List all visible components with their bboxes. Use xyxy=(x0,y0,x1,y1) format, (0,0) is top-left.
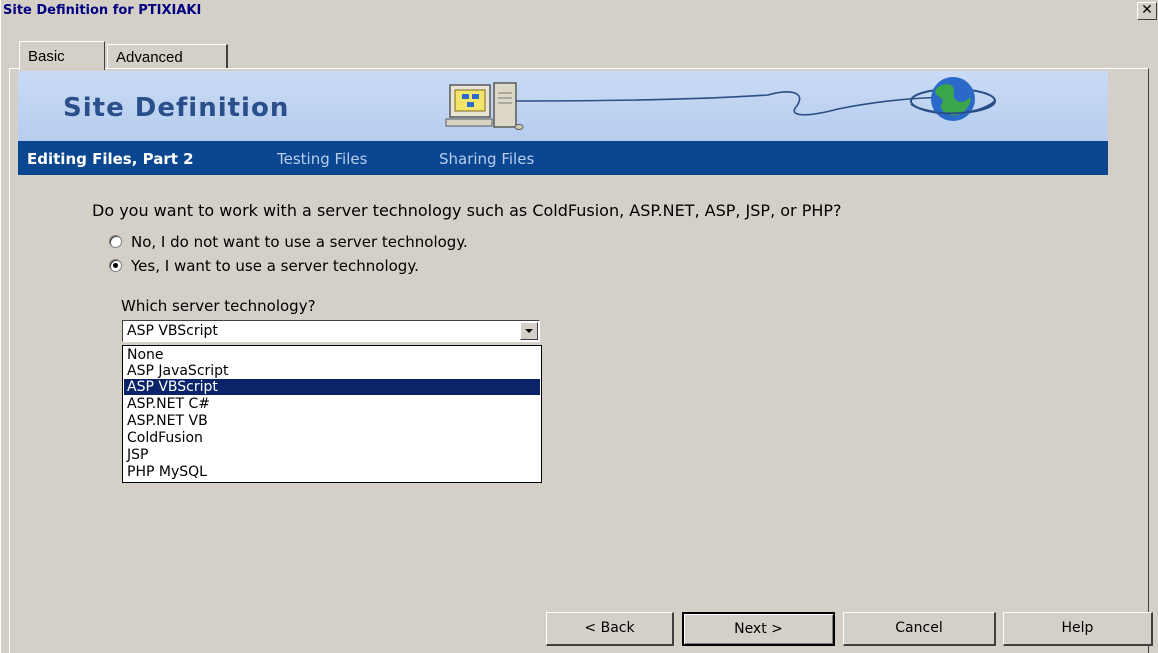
server-technology-label: Which server technology? xyxy=(121,297,316,315)
computer-icon xyxy=(445,82,524,130)
chevron-down-icon[interactable] xyxy=(520,322,538,340)
connection-wire xyxy=(515,91,959,116)
select-value: ASP VBScript xyxy=(127,323,218,339)
radio-no-server-technology[interactable]: No, I do not want to use a server techno… xyxy=(109,233,468,251)
radio-label: No, I do not want to use a server techno… xyxy=(131,233,468,251)
globe-icon xyxy=(910,77,996,121)
step-editing-files-part-2: Editing Files, Part 2 xyxy=(27,150,194,168)
option-aspnet-csharp[interactable]: ASP.NET C# xyxy=(124,396,540,412)
option-jsp[interactable]: JSP xyxy=(124,447,540,463)
radio-use-server-technology[interactable]: Yes, I want to use a server technology. xyxy=(109,257,419,275)
help-button[interactable]: Help xyxy=(1003,612,1153,646)
banner-graphic xyxy=(445,77,996,130)
radio-button[interactable] xyxy=(109,235,122,248)
step-testing-files: Testing Files xyxy=(277,150,368,168)
step-sharing-files: Sharing Files xyxy=(439,150,535,168)
option-php-mysql[interactable]: PHP MySQL xyxy=(124,464,540,480)
option-asp-javascript[interactable]: ASP JavaScript xyxy=(124,363,540,379)
server-technology-question: Do you want to work with a server techno… xyxy=(92,201,842,220)
title-bar: Site Definition for PTIXIAKI ✕ xyxy=(1,0,1158,24)
option-coldfusion[interactable]: ColdFusion xyxy=(124,430,540,446)
tab-panel: Site Definition Editing Files, Part 2 Te… xyxy=(9,68,1153,653)
server-technology-dropdown-list: None ASP JavaScript ASP VBScript ASP.NET… xyxy=(122,345,542,483)
wizard-banner: Site Definition xyxy=(18,71,1108,141)
option-none[interactable]: None xyxy=(124,347,540,363)
option-aspnet-vb[interactable]: ASP.NET VB xyxy=(124,413,540,429)
window-title: Site Definition for PTIXIAKI xyxy=(3,3,202,18)
back-button[interactable]: < Back xyxy=(546,612,674,646)
tab-basic[interactable]: Basic xyxy=(19,41,105,70)
wizard-step-bar: Editing Files, Part 2 Testing Files Shar… xyxy=(18,141,1108,175)
radio-button[interactable] xyxy=(109,259,122,272)
server-technology-select[interactable]: ASP VBScript xyxy=(122,320,540,342)
tab-advanced[interactable]: Advanced xyxy=(107,44,228,69)
radio-label: Yes, I want to use a server technology. xyxy=(131,257,419,275)
site-definition-dialog: Site Definition for PTIXIAKI ✕ Basic Adv… xyxy=(0,0,1158,653)
next-button[interactable]: Next > xyxy=(682,612,835,646)
option-asp-vbscript[interactable]: ASP VBScript xyxy=(124,379,540,395)
close-button[interactable]: ✕ xyxy=(1137,2,1157,20)
cancel-button[interactable]: Cancel xyxy=(843,612,996,646)
close-icon: ✕ xyxy=(1141,2,1153,18)
